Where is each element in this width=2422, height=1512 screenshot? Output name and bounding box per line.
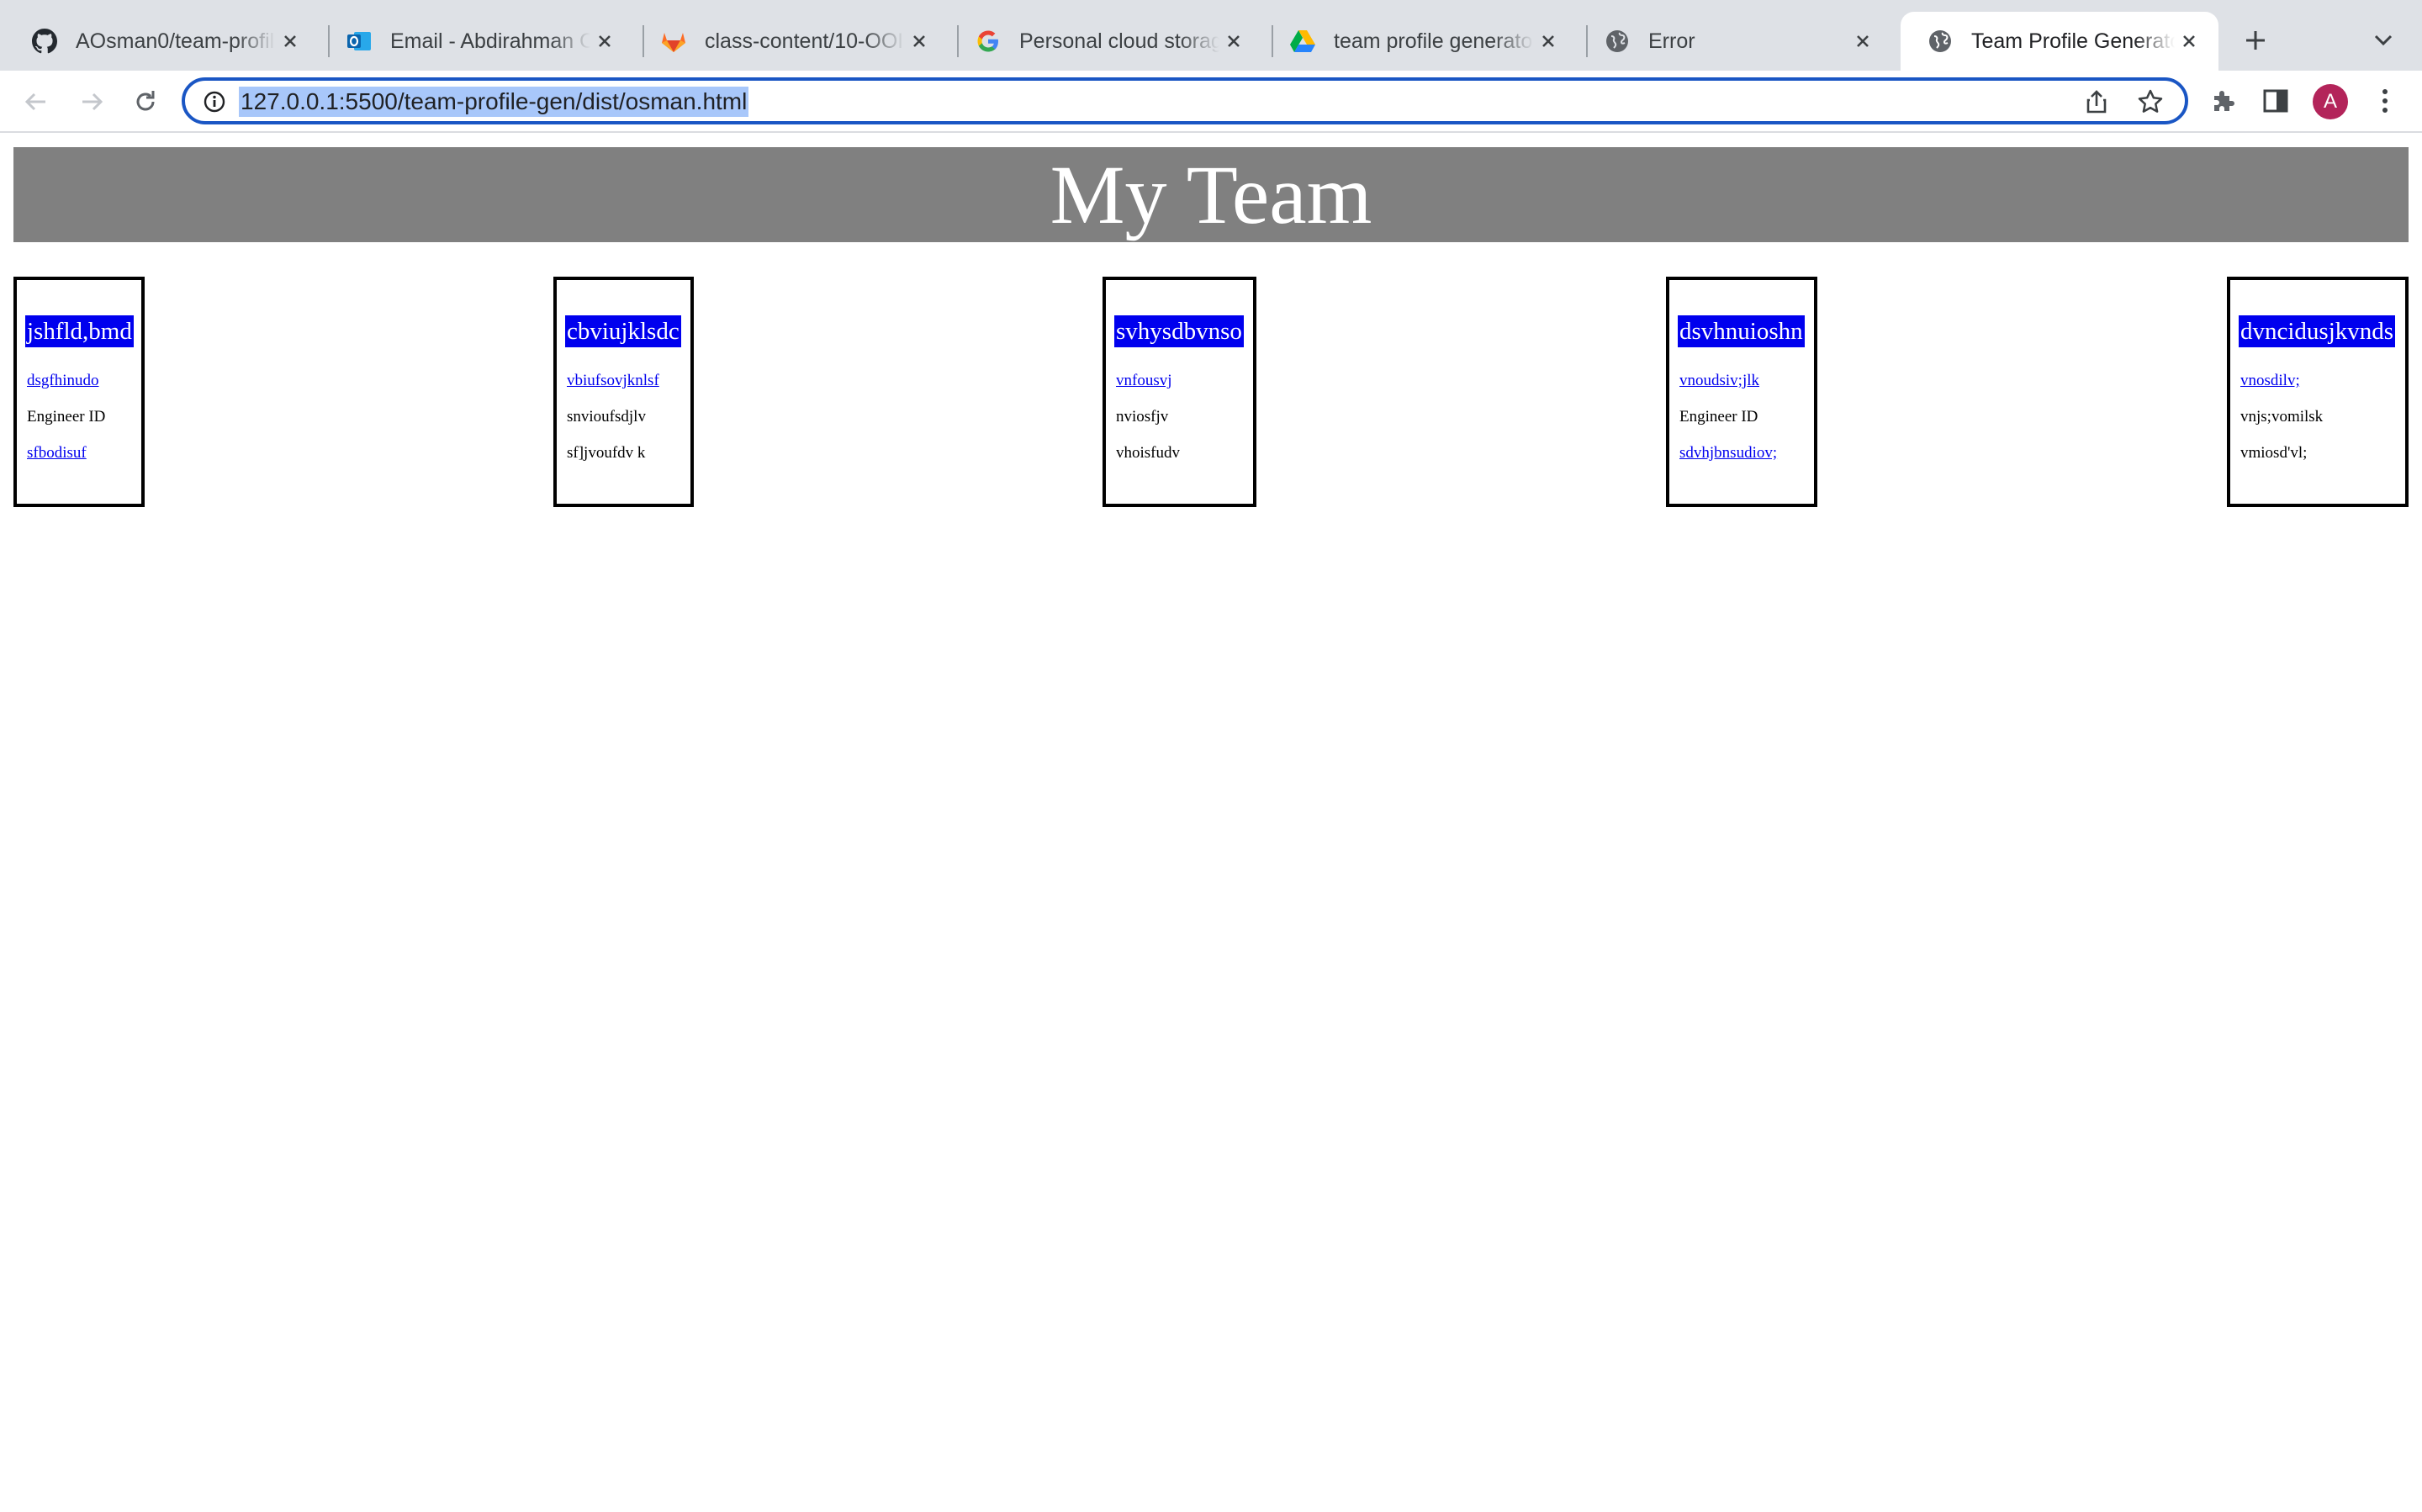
team-member-card: cbviujklsdc vbiufsovjknlsf snvioufsdjlv … <box>553 277 694 507</box>
member-detail: sf]jvoufdv k <box>567 444 646 462</box>
reload-icon <box>136 91 155 111</box>
page-title: My Team <box>1050 148 1372 241</box>
tab-email[interactable]: Email - Abdirahman O <box>320 12 634 71</box>
member-detail: snvioufsdjlv <box>567 408 646 426</box>
address-bar[interactable]: 127.0.0.1:5500/team-profile-gen/dist/osm… <box>182 77 2188 124</box>
member-detail: Engineer ID <box>1679 408 1758 426</box>
member-detail: vmiosd'vl; <box>2240 444 2308 462</box>
member-name: jshfld,bmd <box>25 315 134 347</box>
google-icon <box>974 27 1002 56</box>
tab-title: team profile generato <box>1334 29 1533 53</box>
globe-icon <box>1926 27 1954 56</box>
tab-title: class-content/10-OOI <box>705 29 904 53</box>
back-button[interactable] <box>17 82 56 121</box>
tab-title: AOsman0/team-profil <box>76 29 275 53</box>
menu-button[interactable] <box>2366 82 2403 119</box>
member-detail: vhoisfudv <box>1116 444 1180 462</box>
close-icon[interactable] <box>1534 27 1563 56</box>
member-link[interactable]: vnoudsiv;jlk <box>1679 372 1759 389</box>
github-icon <box>30 27 59 56</box>
close-icon[interactable] <box>905 27 933 56</box>
member-link[interactable]: sfbodisuf <box>27 444 87 462</box>
team-member-card: jshfld,bmd dsgfhinudo Engineer ID sfbodi… <box>13 277 145 507</box>
new-tab-button[interactable] <box>2237 22 2274 59</box>
member-link[interactable]: vbiufsovjknlsf <box>567 372 659 389</box>
tab-search-button[interactable] <box>2368 25 2398 56</box>
forward-button[interactable] <box>72 82 111 121</box>
arrow-left-icon <box>24 93 45 111</box>
url-text[interactable]: 127.0.0.1:5500/team-profile-gen/dist/osm… <box>239 87 749 117</box>
member-detail: Engineer ID <box>27 408 106 426</box>
close-icon[interactable] <box>2175 27 2203 56</box>
tab-gitlab[interactable]: class-content/10-OOI <box>634 12 949 71</box>
close-icon[interactable] <box>590 27 619 56</box>
team-member-card: dsvhnuioshn vnoudsiv;jlk Engineer ID sdv… <box>1666 277 1817 507</box>
arrow-right-icon <box>82 93 103 111</box>
tab-drive[interactable]: team profile generato <box>1263 12 1578 71</box>
member-name: dsvhnuioshn <box>1678 315 1805 347</box>
close-icon[interactable] <box>1219 27 1248 56</box>
reload-button[interactable] <box>126 82 165 121</box>
star-icon[interactable] <box>2134 86 2166 118</box>
member-detail: vnjs;vomilsk <box>2240 408 2324 426</box>
tab-title: Team Profile Generato <box>1971 29 2175 53</box>
member-detail: nviosfjv <box>1116 408 1169 426</box>
member-link[interactable]: sdvhjbnsudiov; <box>1679 444 1777 462</box>
extensions-button[interactable] <box>2205 82 2242 119</box>
tab-title: Personal cloud storag <box>1019 29 1219 53</box>
globe-icon <box>1603 27 1631 56</box>
team-member-card: dvncidusjkvnds vnosdilv; vnjs;vomilsk vm… <box>2227 277 2409 507</box>
close-icon[interactable] <box>1848 27 1877 56</box>
avatar[interactable]: A <box>2313 84 2348 119</box>
side-panel-icon <box>2263 89 2288 113</box>
more-vertical-icon <box>2382 89 2388 113</box>
info-icon[interactable] <box>202 89 227 114</box>
gitlab-icon <box>659 27 688 56</box>
member-name: svhysdbvnso <box>1114 315 1244 347</box>
tab-team-profile-generator[interactable]: Team Profile Generato <box>1901 12 2218 71</box>
puzzle-icon <box>2214 91 2234 111</box>
member-name: dvncidusjkvnds <box>2239 315 2396 347</box>
google-drive-icon <box>1288 27 1317 56</box>
plus-icon <box>2246 31 2265 50</box>
close-icon[interactable] <box>276 27 304 56</box>
member-link[interactable]: vnosdilv; <box>2240 372 2300 389</box>
tab-google[interactable]: Personal cloud storag <box>949 12 1263 71</box>
tab-title: Email - Abdirahman O <box>390 29 590 53</box>
outlook-icon <box>345 27 373 56</box>
team-member-card: svhysdbvnso vnfousvj nviosfjv vhoisfudv <box>1103 277 1256 507</box>
member-name: cbviujklsdc <box>565 315 681 347</box>
tab-error[interactable]: Error <box>1578 12 1892 71</box>
member-link[interactable]: vnfousvj <box>1116 372 1172 389</box>
share-icon[interactable] <box>2081 86 2113 118</box>
side-panel-button[interactable] <box>2257 82 2294 119</box>
tab-title: Error <box>1648 29 1695 53</box>
member-link[interactable]: dsgfhinudo <box>27 372 99 389</box>
chevron-down-icon <box>2374 34 2393 46</box>
tab-strip: AOsman0/team-profil Email - Abdirahman O… <box>0 0 2422 71</box>
page-header: My Team <box>13 147 2409 242</box>
tab-github[interactable]: AOsman0/team-profil <box>5 12 320 71</box>
